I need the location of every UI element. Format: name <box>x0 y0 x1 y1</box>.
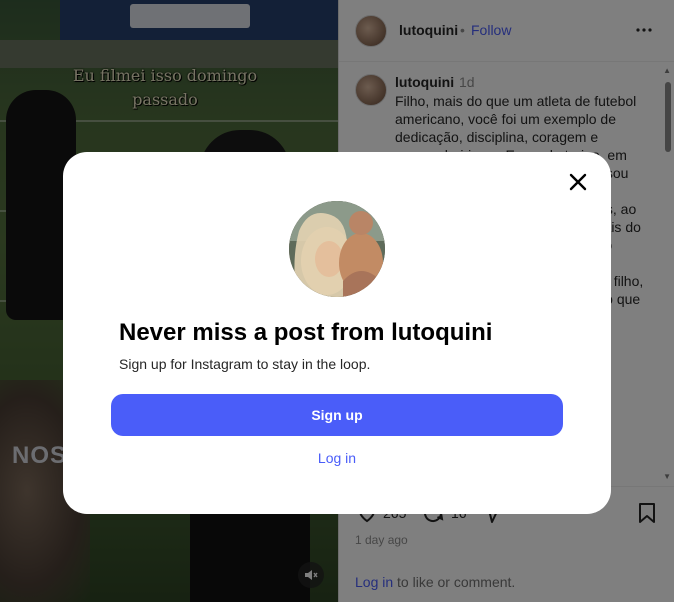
modal-subtitle: Sign up for Instagram to stay in the loo… <box>119 356 371 372</box>
page: Eu filmei isso domingo passado NOS lutoq… <box>0 0 674 602</box>
login-link[interactable]: Log in <box>63 450 611 466</box>
signup-button[interactable]: Sign up <box>111 394 563 436</box>
modal-title: Never miss a post from lutoquini <box>119 319 493 346</box>
signup-modal: Never miss a post from lutoquini Sign up… <box>63 152 611 514</box>
close-icon[interactable] <box>566 170 590 194</box>
profile-avatar <box>289 201 385 297</box>
